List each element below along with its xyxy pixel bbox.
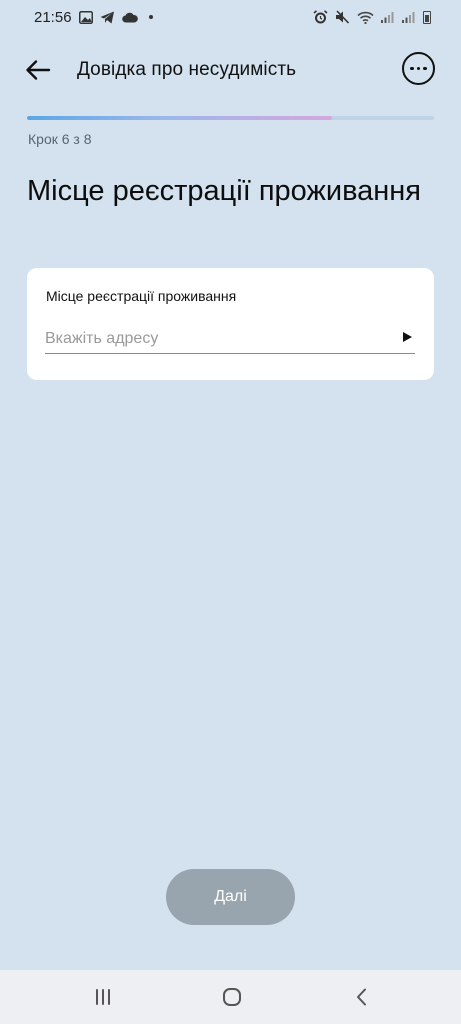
more-icon-dot [416, 66, 421, 71]
status-right [313, 9, 431, 25]
telegram-icon [100, 11, 115, 24]
home-button[interactable] [219, 984, 245, 1010]
screen: 21:56 Довідка про несудимість Крок 6 з 8… [0, 0, 461, 1024]
system-nav-bar [0, 970, 461, 1024]
recent-apps-button[interactable] [90, 984, 116, 1010]
cloud-icon [121, 12, 138, 23]
address-input[interactable] [45, 328, 415, 354]
next-button[interactable]: Далі [166, 869, 295, 925]
signal-icon [402, 11, 416, 23]
field-label: Місце реєстрації проживання [46, 288, 237, 304]
dot-icon [148, 15, 153, 19]
nav-back-icon [357, 988, 366, 1006]
header-title: Довідка про несудимість [77, 59, 297, 80]
back-arrow-icon [26, 60, 51, 80]
app-header: Довідка про несудимість [0, 46, 461, 94]
address-card: Місце реєстрації проживання [27, 268, 434, 380]
more-button[interactable] [402, 52, 435, 85]
status-left: 21:56 [34, 9, 153, 26]
wifi-icon [357, 11, 374, 24]
home-icon [223, 988, 241, 1006]
image-icon [78, 10, 93, 24]
status-bar: 21:56 [0, 0, 461, 34]
status-time: 21:56 [34, 8, 72, 26]
nav-back-button[interactable] [349, 984, 375, 1010]
recent-apps-icon [96, 989, 110, 1005]
step-indicator: Крок 6 з 8 [28, 131, 92, 147]
progress-bar [27, 116, 434, 120]
battery-icon [423, 10, 431, 24]
dropdown-arrow-icon[interactable] [403, 332, 412, 342]
progress-fill [27, 116, 333, 120]
alarm-icon [313, 9, 328, 25]
back-button[interactable] [22, 56, 54, 84]
more-icon-dot [423, 66, 427, 71]
mute-icon [335, 10, 350, 24]
signal-icon [381, 11, 395, 23]
page-title: Місце реєстрації проживання [27, 175, 422, 207]
more-icon [410, 66, 414, 71]
